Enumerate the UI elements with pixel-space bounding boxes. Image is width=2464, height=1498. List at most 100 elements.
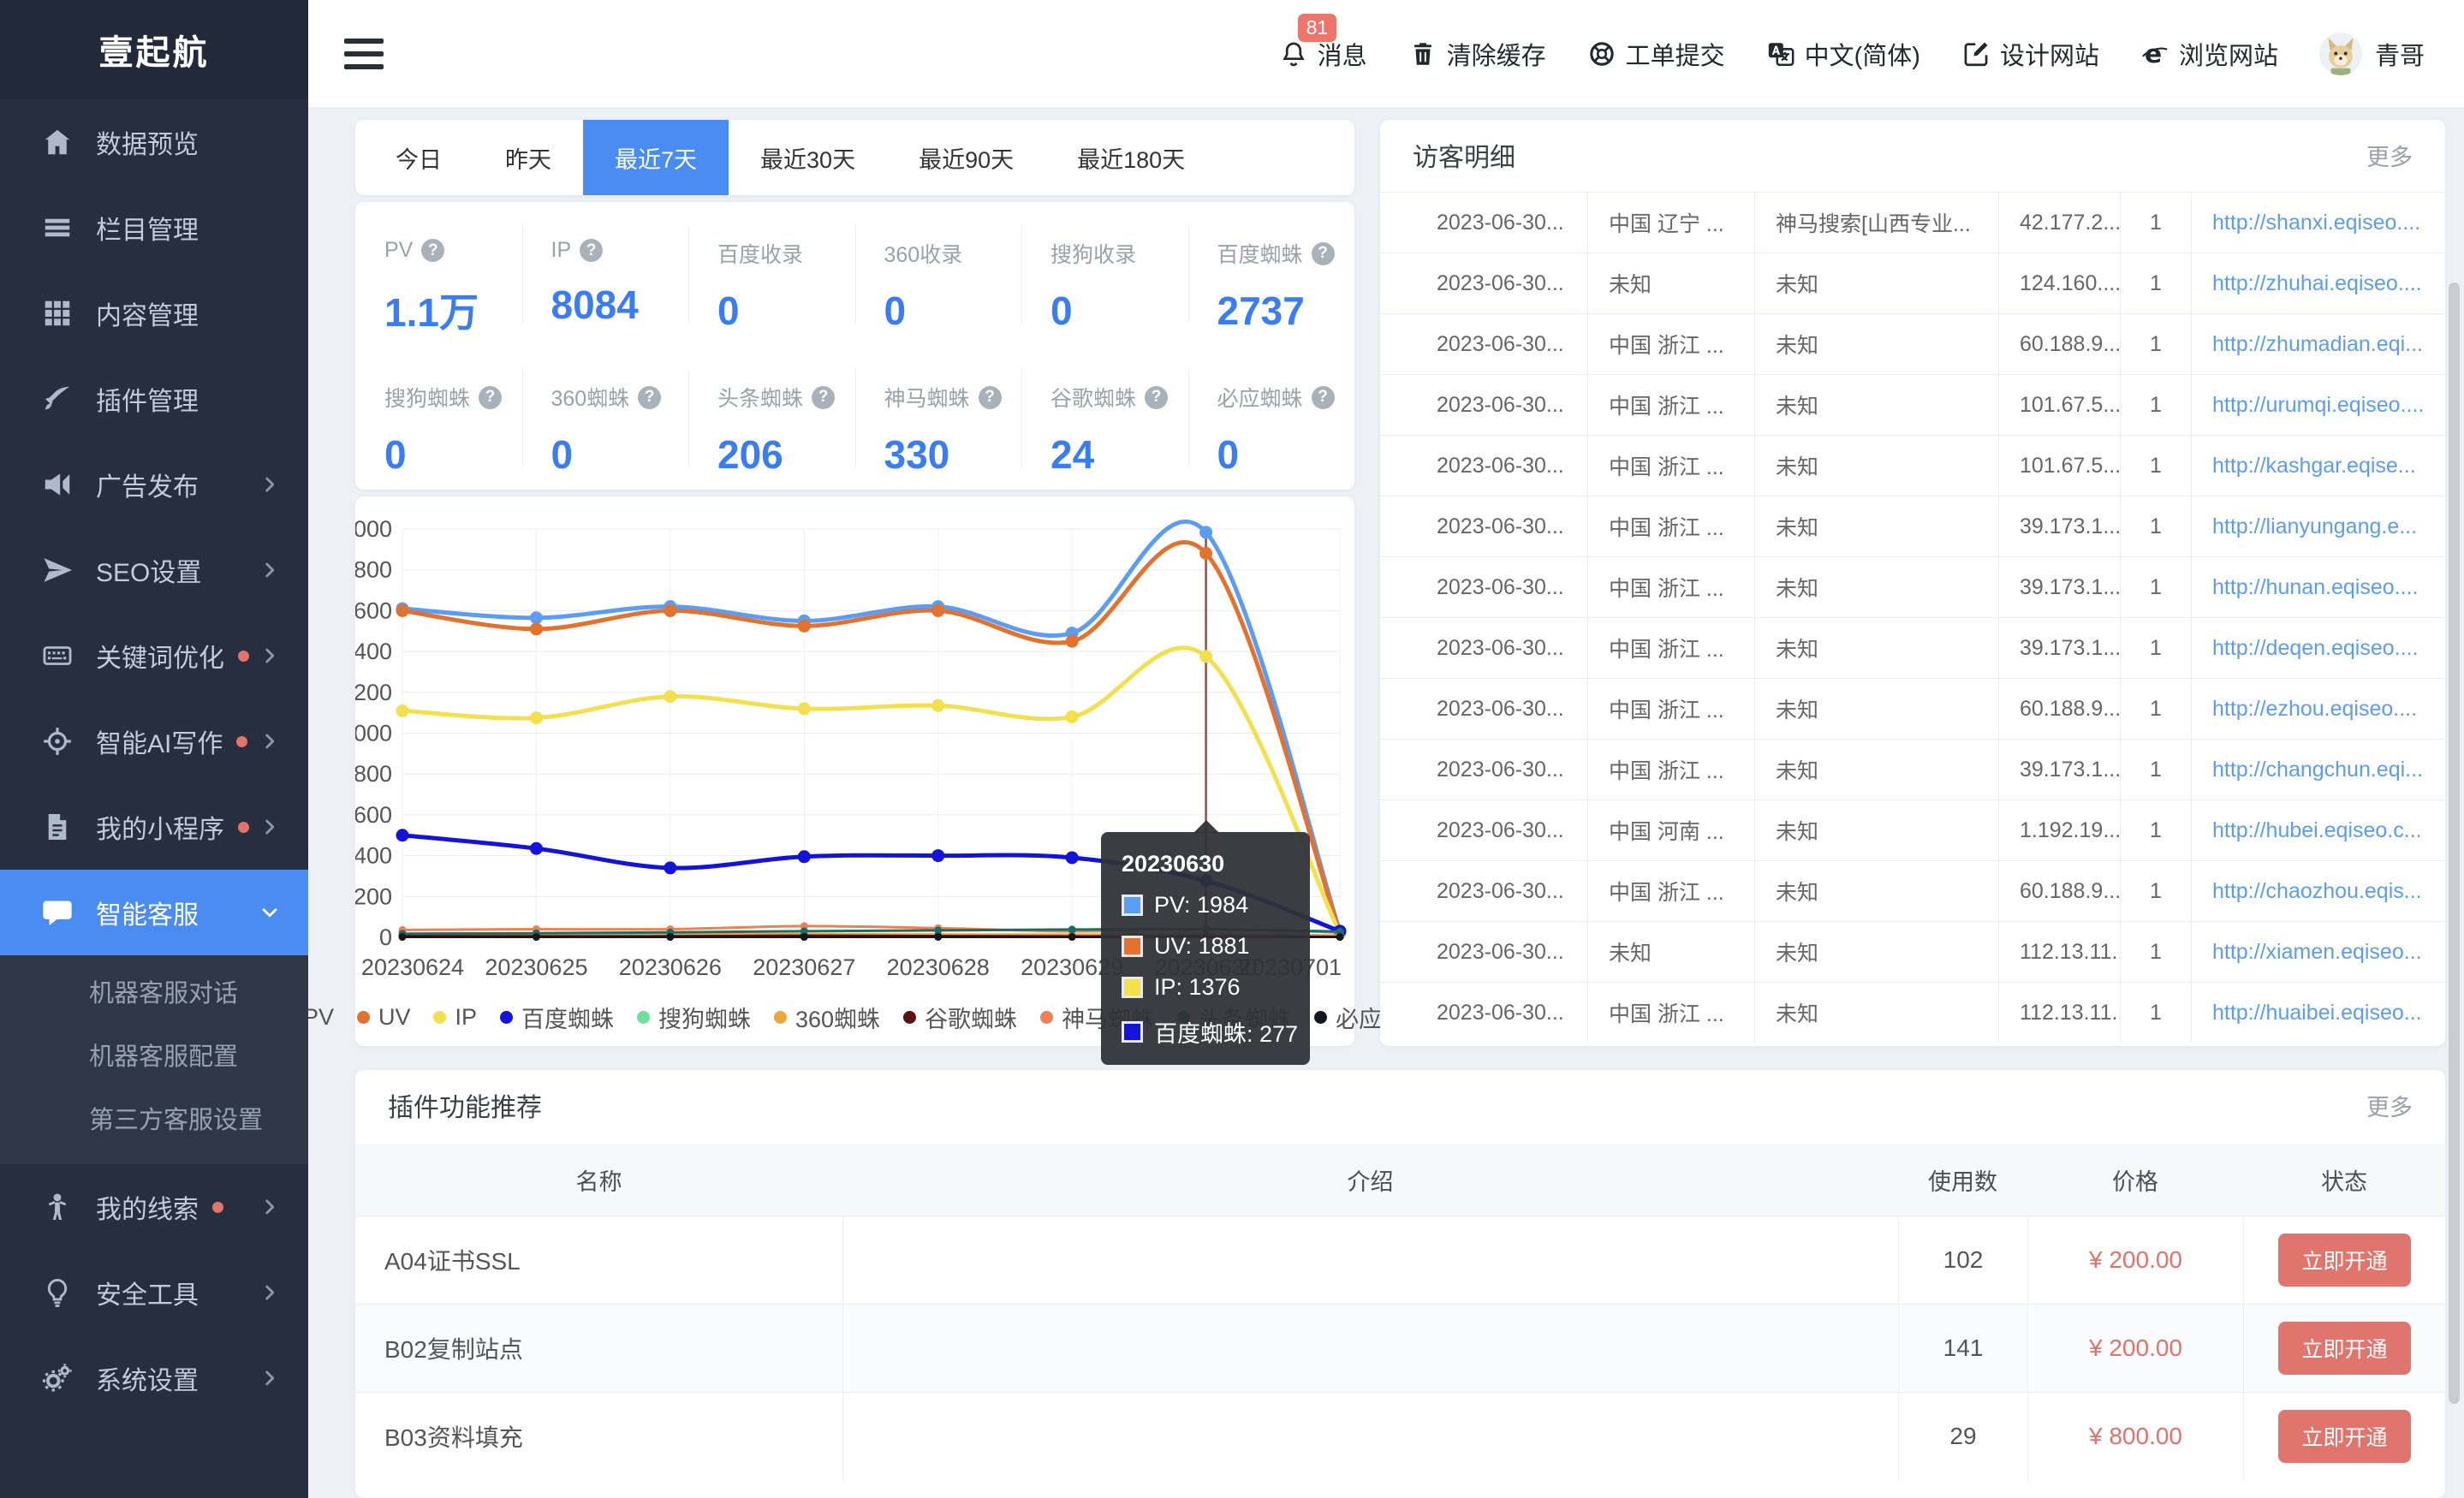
visit-ip: 112.13.11...	[1998, 983, 2120, 1043]
sidebar-item-数据预览[interactable]: 数据预览	[0, 99, 308, 185]
activate-button[interactable]: 立即开通	[2278, 1410, 2410, 1463]
svg-text:1000: 1000	[355, 721, 392, 746]
visit-ip: 101.67.5...	[1998, 436, 2120, 496]
legend-item-IP[interactable]: IP	[433, 1004, 477, 1031]
stat-label: 搜狗收录	[1050, 238, 1188, 269]
sidebar-item-智能客服[interactable]: 智能客服	[0, 870, 308, 955]
sidebar-subitem-机器客服配置[interactable]: 机器客服配置	[0, 1025, 308, 1089]
sidebar-item-内容管理[interactable]: 内容管理	[0, 270, 308, 356]
browse-site-button[interactable]: e 浏览网站	[2140, 36, 2278, 72]
legend-item-360蜘蛛[interactable]: 360蜘蛛	[774, 1001, 880, 1034]
plugin-row: A04证书SSL102¥ 200.00立即开通	[355, 1216, 2445, 1304]
legend-item-谷歌蜘蛛[interactable]: 谷歌蜘蛛	[903, 1001, 1017, 1034]
sidebar-subitem-第三方客服设置[interactable]: 第三方客服设置	[0, 1089, 308, 1152]
help-icon[interactable]: ?	[421, 239, 444, 262]
sidebar-item-SEO设置[interactable]: SEO设置	[0, 527, 308, 613]
help-icon[interactable]: ?	[1312, 242, 1335, 265]
visitor-row: 2023-06-30...中国 浙江 ...未知39.173.1...1http…	[1380, 556, 2445, 617]
visit-time: 2023-06-30...	[1380, 375, 1587, 435]
visit-count: 1	[2120, 618, 2191, 678]
visitor-url-link[interactable]: http://deqen.eqiseo....	[2212, 636, 2418, 661]
language-button[interactable]: 中文(简体)	[1766, 36, 1920, 72]
chevron-right-icon	[259, 1196, 281, 1218]
visitor-url-link[interactable]: http://shanxi.eqiseo....	[2212, 211, 2420, 235]
page-scrollbar[interactable]	[2449, 282, 2460, 1404]
visitor-row: 2023-06-30...未知未知112.13.11...1http://xia…	[1380, 921, 2445, 982]
stat-cell-IP: IP?8084	[522, 202, 689, 346]
tab-last90days[interactable]: 最近90天	[887, 120, 1045, 195]
tab-today[interactable]: 今日	[364, 120, 473, 195]
tab-yesterday[interactable]: 昨天	[473, 120, 583, 195]
help-icon[interactable]: ?	[580, 239, 603, 262]
tooltip-row: 搜狗蜘蛛: 0	[1122, 1063, 1289, 1065]
visitor-url-link[interactable]: http://chaozhou.eqis...	[2212, 879, 2422, 904]
notification-dot	[238, 822, 249, 833]
activate-button[interactable]: 立即开通	[2278, 1233, 2410, 1287]
help-icon[interactable]: ?	[479, 386, 502, 409]
stat-cell-必应蜘蛛: 必应蜘蛛?0	[1188, 346, 1355, 490]
stat-cell-神马蜘蛛: 神马蜘蛛?330	[855, 346, 1022, 490]
visitor-url-link[interactable]: http://hunan.eqiseo....	[2212, 575, 2418, 600]
sidebar-item-广告发布[interactable]: 广告发布	[0, 442, 308, 527]
legend-item-搜狗蜘蛛[interactable]: 搜狗蜘蛛	[637, 1001, 751, 1034]
help-icon[interactable]: ?	[638, 386, 661, 409]
sidebar-item-系统设置[interactable]: 系统设置	[0, 1335, 308, 1421]
stats-grid: PV?1.1万IP?8084百度收录0360收录0搜狗收录0百度蜘蛛?2737搜…	[355, 202, 1354, 490]
sidebar-item-智能AI写作[interactable]: 智能AI写作	[0, 698, 308, 784]
visit-source: 未知	[1754, 314, 1998, 374]
legend-item-UV[interactable]: UV	[357, 1004, 411, 1031]
visitor-url-link[interactable]: http://lianyungang.e...	[2212, 514, 2417, 539]
sidebar-subitem-机器客服对话[interactable]: 机器客服对话	[0, 962, 308, 1025]
visitor-url-link[interactable]: http://xiamen.eqiseo...	[2212, 940, 2422, 965]
help-icon[interactable]: ?	[979, 386, 1002, 409]
legend-item-头条蜘蛛[interactable]: 头条蜘蛛	[1177, 1001, 1291, 1034]
visit-time: 2023-06-30...	[1380, 861, 1587, 921]
user-menu[interactable]: 青哥	[2319, 33, 2425, 75]
help-icon[interactable]: ?	[1312, 386, 1335, 409]
help-icon[interactable]: ?	[1145, 386, 1168, 409]
visitor-url-link[interactable]: http://ezhou.eqiseo....	[2212, 697, 2417, 722]
visit-count: 1	[2120, 800, 2191, 860]
ticket-submit-button[interactable]: 工单提交	[1587, 36, 1725, 72]
stat-label: PV?	[384, 238, 522, 263]
legend-item-神马蜘蛛[interactable]: 神马蜘蛛	[1040, 1001, 1154, 1034]
visit-ip: 1.192.19...	[1998, 800, 2120, 860]
clear-cache-button[interactable]: 清除缓存	[1408, 36, 1546, 72]
visitor-panel-title: 访客明细	[1413, 136, 1515, 174]
visitor-url-link[interactable]: http://kashgar.eqise...	[2212, 454, 2416, 479]
stat-cell-搜狗蜘蛛: 搜狗蜘蛛?0	[355, 346, 522, 490]
stat-cell-百度收录: 百度收录0	[688, 202, 855, 346]
sidebar-item-栏目管理[interactable]: 栏目管理	[0, 185, 308, 270]
legend-dot-icon	[903, 1011, 916, 1024]
sidebar-item-安全工具[interactable]: 安全工具	[0, 1250, 308, 1335]
plugin-more-link[interactable]: 更多	[2366, 1089, 2413, 1122]
menu-toggle-icon[interactable]	[344, 39, 384, 69]
visitor-url-link[interactable]: http://zhuhai.eqiseo....	[2212, 271, 2422, 296]
visitor-url-link[interactable]: http://huaibei.eqiseo...	[2212, 1001, 2422, 1025]
visit-ip: 60.188.9...	[1998, 861, 2120, 921]
plugin-intro	[842, 1216, 1898, 1304]
tab-last7days[interactable]: 最近7天	[583, 120, 729, 195]
tab-last30days[interactable]: 最近30天	[729, 120, 887, 195]
tab-last180days[interactable]: 最近180天	[1045, 120, 1217, 195]
sidebar-item-我的线索[interactable]: 我的线索	[0, 1164, 308, 1250]
design-site-button[interactable]: 设计网站	[1961, 36, 2099, 72]
chevron-right-icon	[259, 730, 281, 752]
paper-plane-icon	[41, 554, 74, 586]
visitor-url-link[interactable]: http://hubei.eqiseo.c...	[2212, 818, 2422, 843]
legend-item-百度蜘蛛[interactable]: 百度蜘蛛	[500, 1001, 614, 1034]
messages-button[interactable]: 消息 81	[1279, 36, 1367, 72]
help-icon[interactable]: ?	[812, 386, 835, 409]
visitor-more-link[interactable]: 更多	[2366, 139, 2413, 172]
activate-button[interactable]: 立即开通	[2278, 1322, 2410, 1375]
legend-dot-icon	[357, 1011, 370, 1024]
home-icon	[41, 126, 74, 158]
visitor-url-link[interactable]: http://zhumadian.eqi...	[2212, 332, 2423, 357]
legend-dot-icon	[1177, 1011, 1190, 1024]
sidebar-item-插件管理[interactable]: 插件管理	[0, 356, 308, 442]
sidebar-item-关键词优化[interactable]: 关键词优化	[0, 613, 308, 698]
visitor-url-link[interactable]: http://urumqi.eqiseo....	[2212, 393, 2424, 418]
sidebar-item-我的小程序[interactable]: 我的小程序	[0, 784, 308, 870]
visitor-url-link[interactable]: http://changchun.eqi...	[2212, 758, 2423, 782]
lifebuoy-icon	[1587, 39, 1616, 68]
